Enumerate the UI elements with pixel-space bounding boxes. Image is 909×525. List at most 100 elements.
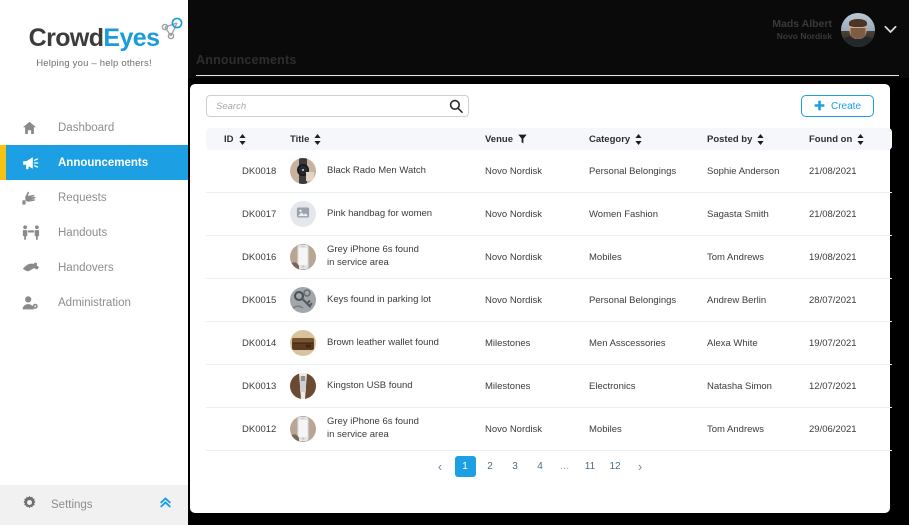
brand-logo: CrowdEyes Helping you – help others! [0, 0, 188, 92]
double-chevron-up-icon[interactable] [159, 496, 172, 514]
cell-id: DK0017 [206, 192, 290, 236]
sidebar-item-settings[interactable]: Settings [0, 485, 188, 525]
pagination-prev[interactable]: ‹ [430, 456, 451, 477]
column-header-category[interactable]: Category [589, 128, 707, 150]
user-info: Mads Albert Novo Nordisk [772, 18, 832, 43]
user-organization: Novo Nordisk [776, 31, 832, 42]
column-label: Posted by [707, 133, 753, 145]
table-row[interactable]: DK0012 Grey iPhone 6s found in service are… [206, 407, 892, 451]
cell-title: Black Rado Men Watch [290, 150, 485, 193]
column-header-venue[interactable]: Venue [485, 128, 589, 150]
table-row[interactable]: DK0016 Grey iPhone 6s found in service are… [206, 235, 892, 279]
avatar[interactable] [841, 13, 875, 47]
cell-category: Men Asscessories [589, 321, 707, 365]
sidebar-item-label: Announcements [58, 156, 149, 169]
handshake-icon [22, 259, 44, 277]
raised-hand-icon [22, 189, 44, 207]
create-button-label: Create [830, 100, 861, 112]
cell-title-line2: in service area [327, 429, 389, 440]
cell-title: Keys found in parking lot [290, 278, 485, 322]
column-header-id[interactable]: ID [206, 128, 290, 150]
pagination-page-4[interactable]: 4 [530, 456, 551, 477]
cell-posted-by: Tom Andrews [707, 235, 809, 279]
pagination-page-11[interactable]: 11 [580, 456, 601, 477]
sidebar-item-label: Dashboard [58, 121, 115, 134]
cell-title-text: Black Rado Men Watch [327, 164, 426, 176]
cell-title-text: Grey iPhone 6s found in service area [327, 416, 419, 440]
sort-icon[interactable] [635, 133, 642, 145]
row-thumbnail [290, 416, 316, 442]
sidebar-item-label: Administration [58, 296, 131, 309]
cell-found-on: 29/06/2021 [809, 407, 892, 451]
pagination-page-2[interactable]: 2 [480, 456, 501, 477]
table-row[interactable]: DK0017 Pink handbag for women Novo Nordisk… [206, 192, 892, 236]
megaphone-icon [22, 154, 44, 172]
announcements-card: Create ID Title [190, 84, 892, 513]
search-input[interactable] [206, 95, 469, 117]
sort-icon[interactable] [238, 133, 246, 145]
column-header-posted-by[interactable]: Posted by [707, 128, 809, 150]
create-button[interactable]: Create [800, 95, 874, 117]
cell-title: Brown leather wallet found [290, 321, 485, 365]
table-body: DK0018 Black Rado Men Watch Novo Nordisk Pe… [206, 150, 892, 451]
pagination-page-1[interactable]: 1 [454, 456, 476, 477]
home-icon [22, 119, 44, 137]
announcements-table: ID Title Venue Category Posted by Found … [206, 128, 892, 451]
sidebar-item-label: Handovers [58, 261, 114, 274]
sidebar-item-handovers[interactable]: Handovers [0, 250, 188, 285]
chevron-down-icon[interactable] [884, 21, 897, 39]
column-label: Title [290, 133, 310, 145]
column-header-title[interactable]: Title [290, 128, 485, 150]
cell-venue: Novo Nordisk [485, 150, 589, 193]
sidebar-item-handouts[interactable]: Handouts [0, 215, 188, 250]
card-toolbar: Create [190, 84, 890, 128]
cell-posted-by: Alexa White [707, 321, 809, 365]
cell-posted-by: Sophie Anderson [707, 150, 809, 193]
cell-title-text: Kingston USB found [327, 379, 413, 391]
column-label: ID [224, 133, 234, 145]
sort-icon[interactable] [314, 133, 321, 145]
table-row[interactable]: DK0018 Black Rado Men Watch Novo Nordisk Pe… [206, 150, 892, 193]
column-header-found-on[interactable]: Found on [809, 128, 892, 150]
search-icon[interactable] [449, 99, 463, 113]
filter-icon[interactable] [518, 134, 527, 144]
sidebar-item-announcements[interactable]: Announcements [0, 145, 188, 180]
row-thumbnail [290, 244, 316, 270]
table-header-row: ID Title Venue Category Posted by Found … [206, 128, 892, 150]
sidebar-nav: Dashboard Announcements Requests Handout… [0, 110, 188, 485]
cell-id: DK0012 [206, 407, 290, 451]
pagination-page-12[interactable]: 12 [605, 456, 626, 477]
cell-found-on: 19/08/2021 [809, 235, 892, 279]
cell-title: Grey iPhone 6s found in service area [290, 407, 485, 451]
page-title: Announcements [196, 53, 297, 67]
row-thumbnail [290, 201, 316, 227]
sidebar-item-administration[interactable]: Administration [0, 285, 188, 320]
sidebar-item-requests[interactable]: Requests [0, 180, 188, 215]
cell-id: DK0016 [206, 235, 290, 279]
column-label: Category [589, 133, 631, 145]
user-menu[interactable]: Mads Albert Novo Nordisk [772, 13, 897, 47]
pagination-next[interactable]: › [630, 456, 651, 477]
cell-category: Personal Belongings [589, 278, 707, 322]
search-field [206, 95, 469, 117]
cell-category: Mobiles [589, 235, 707, 279]
top-bar: Announcements Mads Albert Novo Nordisk [188, 0, 909, 78]
cell-venue: Milestones [485, 321, 589, 365]
cell-id: DK0018 [206, 150, 290, 193]
table-row[interactable]: DK0013 Kingston USB found Milestones Electr… [206, 364, 892, 408]
table-row[interactable]: DK0014 Brown leather wallet found Mileston… [206, 321, 892, 365]
plus-icon [814, 100, 825, 113]
user-admin-icon [22, 294, 44, 312]
row-thumbnail [290, 158, 316, 184]
brand-tagline: Helping you – help others! [36, 58, 152, 69]
pagination-page-3[interactable]: 3 [505, 456, 526, 477]
cell-found-on: 21/08/2021 [809, 150, 892, 193]
sort-icon[interactable] [857, 133, 864, 145]
sidebar: CrowdEyes Helping you – help others! Das… [0, 0, 188, 525]
table-row[interactable]: DK0015 Keys found in parking lot Novo Nord… [206, 278, 892, 322]
cell-posted-by: Natasha Simon [707, 364, 809, 408]
sidebar-item-label: Handouts [58, 226, 108, 239]
pagination: ‹ 1 2 3 4… 11 12 › [190, 456, 890, 477]
sort-icon[interactable] [757, 133, 765, 145]
sidebar-item-dashboard[interactable]: Dashboard [0, 110, 188, 145]
